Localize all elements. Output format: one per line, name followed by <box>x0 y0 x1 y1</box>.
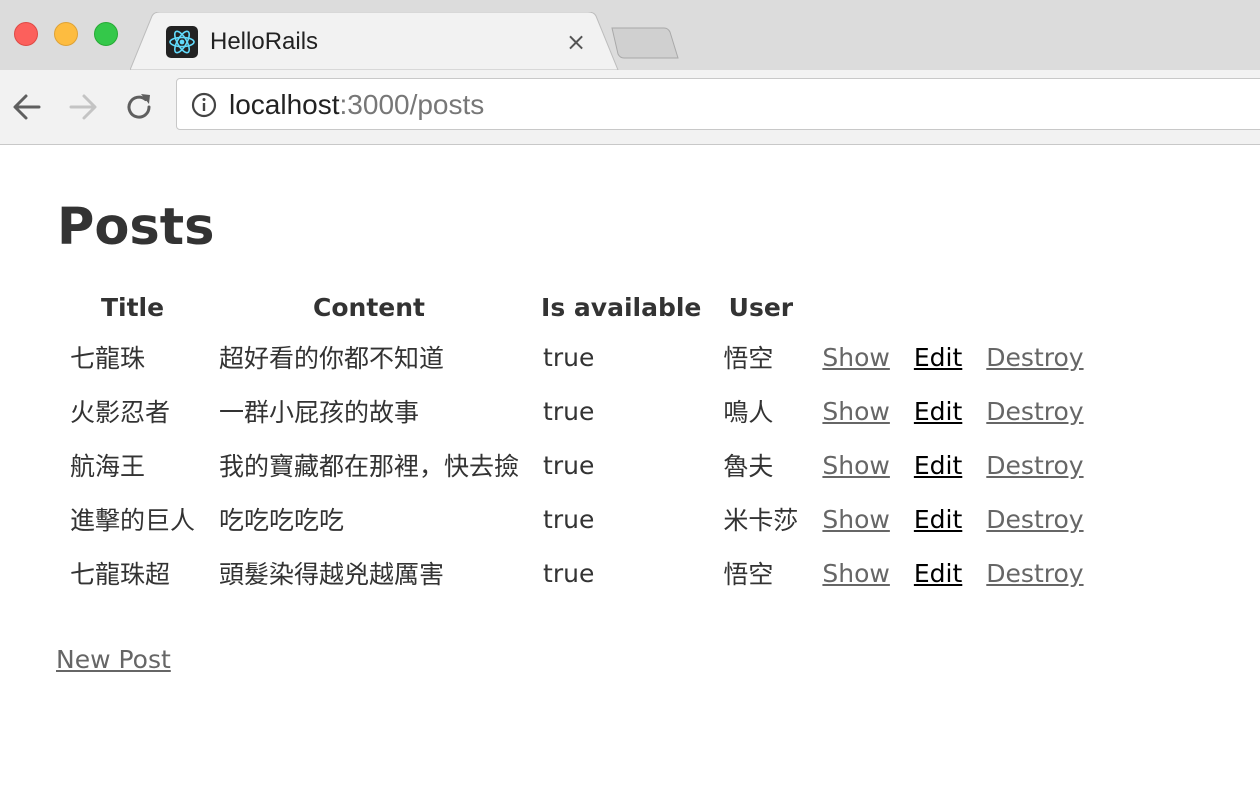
post-is-available: true <box>543 450 595 480</box>
column-header-title: Title <box>100 292 165 322</box>
column-header-is-available: Is available <box>541 292 702 322</box>
post-is-available: true <box>543 396 595 426</box>
destroy-link[interactable]: Destroy <box>986 343 1083 372</box>
post-content: 一群小屁孩的故事 <box>219 398 420 427</box>
forward-arrow-icon[interactable] <box>66 90 100 124</box>
edit-link[interactable]: Edit <box>914 559 962 588</box>
post-is-available: true <box>543 558 595 588</box>
post-user: 悟空 <box>723 560 774 589</box>
column-header-show <box>812 286 899 328</box>
show-link[interactable]: Show <box>822 559 889 588</box>
url-host: localhost <box>229 89 340 120</box>
zoom-window-button[interactable] <box>94 22 118 46</box>
column-header-content: Content <box>313 292 426 322</box>
post-user: 魯夫 <box>723 452 774 481</box>
url-path: :3000/posts <box>339 89 485 120</box>
active-tab[interactable] <box>130 12 630 70</box>
new-post-link[interactable]: New Post <box>56 644 171 676</box>
post-user: 米卡莎 <box>723 506 799 535</box>
show-link[interactable]: Show <box>822 505 889 534</box>
post-user: 悟空 <box>723 344 774 373</box>
post-user: 鳴人 <box>723 398 774 427</box>
show-link[interactable]: Show <box>822 397 889 426</box>
table-row: 七龍珠 超好看的你都不知道 true 悟空 Show Edit Destroy <box>60 332 1094 382</box>
post-content: 頭髮染得越兇越厲害 <box>219 560 445 589</box>
edit-link[interactable]: Edit <box>914 397 962 426</box>
destroy-link[interactable]: Destroy <box>986 451 1083 480</box>
posts-table: Title Content Is available User 七龍珠 超好看的… <box>56 282 1098 602</box>
table-row: 七龍珠超 頭髮染得越兇越厲害 true 悟空 Show Edit Destroy <box>60 548 1094 598</box>
table-row: 火影忍者 一群小屁孩的故事 true 鳴人 Show Edit Destroy <box>60 386 1094 436</box>
edit-link[interactable]: Edit <box>914 451 962 480</box>
reload-icon[interactable] <box>122 90 156 124</box>
post-content: 超好看的你都不知道 <box>219 344 445 373</box>
post-title: 七龍珠 <box>70 344 146 373</box>
page-title: Posts <box>57 198 215 257</box>
post-title: 進擊的巨人 <box>70 506 196 535</box>
tab-title: HelloRails <box>210 28 319 55</box>
table-header-row: Title Content Is available User <box>60 286 1094 328</box>
edit-link[interactable]: Edit <box>914 505 962 534</box>
minimize-window-button[interactable] <box>54 22 78 46</box>
post-content: 我的寶藏都在那裡，快去撿 <box>219 452 520 481</box>
post-title: 航海王 <box>70 452 146 481</box>
react-atom-icon <box>166 26 198 58</box>
tab-strip: HelloRails × <box>0 0 1260 70</box>
table-row: 進擊的巨人 吃吃吃吃吃 true 米卡莎 Show Edit Destroy <box>60 494 1094 544</box>
edit-link[interactable]: Edit <box>914 343 962 372</box>
destroy-link[interactable]: Destroy <box>986 505 1083 534</box>
info-icon[interactable] <box>191 92 217 118</box>
post-is-available: true <box>543 504 595 534</box>
url-text[interactable]: localhost:3000/posts <box>229 89 484 121</box>
destroy-link[interactable]: Destroy <box>986 559 1083 588</box>
show-link[interactable]: Show <box>822 451 889 480</box>
post-title: 火影忍者 <box>70 398 171 427</box>
show-link[interactable]: Show <box>822 343 889 372</box>
post-title: 七龍珠超 <box>70 560 171 589</box>
column-header-destroy <box>976 286 1093 328</box>
back-arrow-icon[interactable] <box>10 90 44 124</box>
new-tab-button[interactable] <box>608 26 680 62</box>
close-window-button[interactable] <box>14 22 38 46</box>
address-bar[interactable]: localhost:3000/posts <box>176 78 1260 130</box>
browser-toolbar: localhost:3000/posts <box>0 70 1260 145</box>
destroy-link[interactable]: Destroy <box>986 397 1083 426</box>
post-content: 吃吃吃吃吃 <box>219 506 345 535</box>
tab-close-icon[interactable]: × <box>562 28 590 56</box>
table-row: 航海王 我的寶藏都在那裡，快去撿 true 魯夫 Show Edit Destr… <box>60 440 1094 490</box>
column-header-user: User <box>728 292 794 322</box>
post-is-available: true <box>543 342 595 372</box>
column-header-edit <box>904 286 972 328</box>
